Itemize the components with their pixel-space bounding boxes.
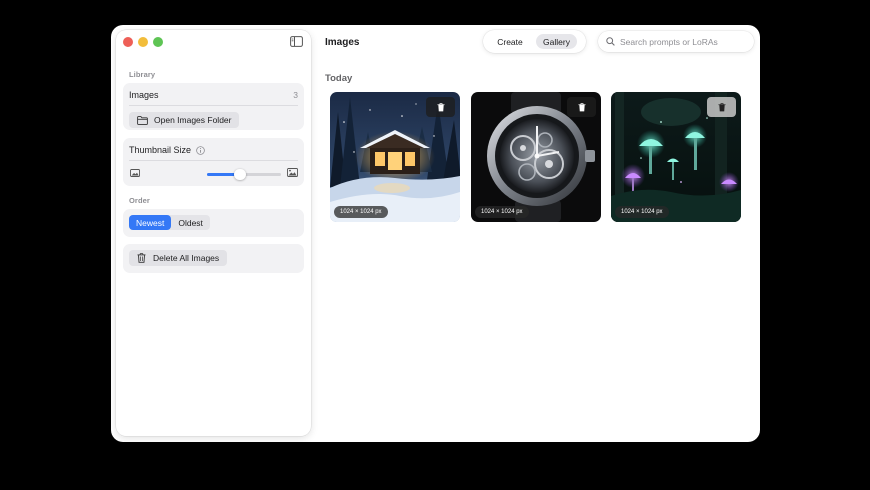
image-dimensions-badge: 1024 × 1024 px [475, 206, 529, 218]
order-segmented-control: Newest Oldest [129, 215, 210, 230]
order-newest-option[interactable]: Newest [129, 215, 172, 230]
images-label: Images [129, 90, 159, 100]
info-icon[interactable] [196, 145, 205, 155]
trash-icon [436, 102, 445, 111]
delete-card: Delete All Images [123, 244, 304, 273]
create-tab[interactable]: Create [490, 34, 530, 49]
divider [129, 105, 298, 106]
image-dimensions-badge: 1024 × 1024 px [615, 206, 669, 218]
app-window: Library Images 3 Open Images Folder Thum… [111, 25, 760, 442]
close-window-button[interactable] [123, 37, 133, 47]
mode-switcher: Create Gallery [483, 30, 586, 53]
order-section-label: Order [129, 196, 150, 205]
sidebar: Library Images 3 Open Images Folder Thum… [116, 30, 311, 436]
thumbnail-size-row: Thumbnail Size [129, 144, 298, 156]
order-oldest-option[interactable]: Oldest [171, 215, 210, 230]
divider [129, 160, 298, 161]
page-title: Images [325, 37, 360, 48]
search-placeholder: Search prompts or LoRAs [620, 36, 718, 47]
delete-image-button[interactable] [707, 97, 736, 117]
trash-icon [717, 102, 726, 111]
delete-all-images-label: Delete All Images [153, 253, 220, 263]
order-card: Newest Oldest [123, 209, 304, 237]
folder-icon [137, 115, 148, 125]
zoom-window-button[interactable] [153, 37, 163, 47]
delete-image-button[interactable] [426, 97, 455, 117]
thumbnail-size-card: Thumbnail Size [123, 138, 304, 186]
gallery-image-cabin[interactable]: 1024 × 1024 px [330, 92, 460, 222]
trash-icon [137, 253, 146, 263]
library-card: Images 3 Open Images Folder [123, 83, 304, 130]
gallery-tab[interactable]: Gallery [536, 34, 577, 49]
trash-icon [577, 102, 586, 111]
small-image-icon [130, 169, 140, 177]
group-label-today: Today [325, 73, 353, 84]
thumbnail-size-slider[interactable] [207, 169, 281, 180]
open-images-folder-label: Open Images Folder [154, 115, 232, 125]
image-dimensions-badge: 1024 × 1024 px [334, 206, 388, 218]
search-field[interactable]: Search prompts or LoRAs [598, 31, 754, 52]
delete-image-button[interactable] [567, 97, 596, 117]
large-image-icon [287, 168, 298, 177]
gallery-image-watch[interactable]: 1024 × 1024 px [471, 92, 601, 222]
delete-all-images-button[interactable]: Delete All Images [129, 250, 228, 266]
open-images-folder-button[interactable]: Open Images Folder [129, 112, 240, 128]
search-icon [606, 37, 615, 46]
library-section-label: Library [129, 70, 156, 79]
sidebar-toggle-icon[interactable] [290, 36, 303, 47]
minimize-window-button[interactable] [138, 37, 148, 47]
thumbnail-size-label: Thumbnail Size [129, 145, 192, 155]
images-row: Images 3 [129, 89, 298, 101]
gallery-image-mushrooms[interactable]: 1024 × 1024 px [611, 92, 741, 222]
slider-knob[interactable] [233, 169, 246, 180]
images-count: 3 [293, 90, 298, 100]
